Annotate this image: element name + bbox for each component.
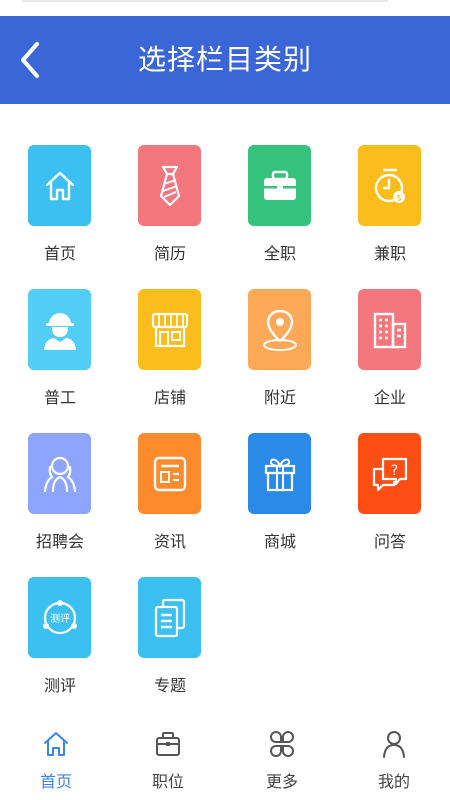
category-tile[interactable] [248, 433, 311, 514]
svg-text:测评: 测评 [50, 612, 70, 625]
category-tile[interactable] [358, 289, 421, 370]
category-store[interactable]: 店铺 [114, 248, 226, 407]
page-title: 选择栏目类别 [137, 43, 312, 76]
header-bar: 选择栏目类别 [0, 16, 450, 104]
home-icon [42, 728, 70, 760]
category-mall[interactable]: 商城 [224, 392, 336, 551]
category-fulltime[interactable]: 全职 [224, 104, 336, 263]
tab-jobs[interactable]: 职位 [112, 716, 224, 800]
category-nearby[interactable]: 附近 [224, 248, 336, 407]
category-label: 测评 [43, 676, 76, 695]
category-tile[interactable] [138, 433, 201, 514]
qa-icon: ? [372, 457, 407, 491]
category-tile[interactable] [138, 577, 201, 658]
svg-text:$: $ [396, 193, 402, 203]
category-topic[interactable]: 专题 [114, 536, 226, 695]
clock-icon: $ [374, 168, 405, 203]
building-icon [373, 312, 406, 348]
people-icon [43, 456, 76, 492]
tab-label: 首页 [39, 772, 72, 791]
tab-label: 我的 [377, 772, 410, 791]
category-tile[interactable] [248, 145, 311, 226]
user-icon [380, 728, 408, 760]
category-tile[interactable] [28, 145, 91, 226]
tab-label: 职位 [151, 772, 184, 791]
status-strip [0, 0, 450, 16]
category-evaluation[interactable]: 测评 测评 [4, 536, 116, 695]
category-label: 专题 [153, 676, 186, 695]
worker-icon [43, 312, 76, 350]
briefcase-icon [263, 170, 296, 200]
category-tile[interactable]: $ [358, 145, 421, 226]
category-tile[interactable]: 测评 [28, 577, 91, 658]
category-tile[interactable] [138, 145, 201, 226]
category-label: 问答 [373, 532, 406, 551]
svg-text:?: ? [390, 463, 397, 479]
category-tile[interactable] [28, 433, 91, 514]
home-icon [45, 171, 74, 200]
news-icon [153, 456, 186, 491]
category-qa[interactable]: ? 问答 [334, 392, 446, 551]
category-tile[interactable] [28, 289, 91, 370]
category-label: 商城 [263, 532, 296, 551]
tab-more[interactable]: 更多 [226, 716, 338, 800]
tie-icon [159, 165, 180, 206]
evaluation-icon: 测评 [42, 599, 77, 634]
category-worker[interactable]: 普工 [4, 248, 116, 407]
tab-home[interactable]: 首页 [0, 716, 112, 800]
category-home[interactable]: 首页 [4, 104, 116, 263]
category-job-fair[interactable]: 招聘会 [4, 392, 116, 551]
clover-icon [268, 728, 296, 760]
category-tile[interactable] [248, 289, 311, 370]
category-tile[interactable]: ? [358, 433, 421, 514]
category-news[interactable]: 资讯 [114, 392, 226, 551]
topic-icon [154, 598, 185, 637]
location-icon [262, 309, 297, 351]
gift-icon [264, 458, 295, 491]
tab-label: 更多 [265, 772, 298, 791]
category-enterprise[interactable]: 企业 [334, 248, 446, 407]
bottom-tab-bar: 首页 职位 更多 我的 [0, 716, 450, 800]
category-resume[interactable]: 简历 [114, 104, 226, 263]
category-parttime[interactable]: $ 兼职 [334, 104, 446, 263]
store-icon [151, 312, 188, 347]
briefcase-icon [154, 728, 182, 760]
tab-profile[interactable]: 我的 [338, 716, 450, 800]
category-tile[interactable] [138, 289, 201, 370]
